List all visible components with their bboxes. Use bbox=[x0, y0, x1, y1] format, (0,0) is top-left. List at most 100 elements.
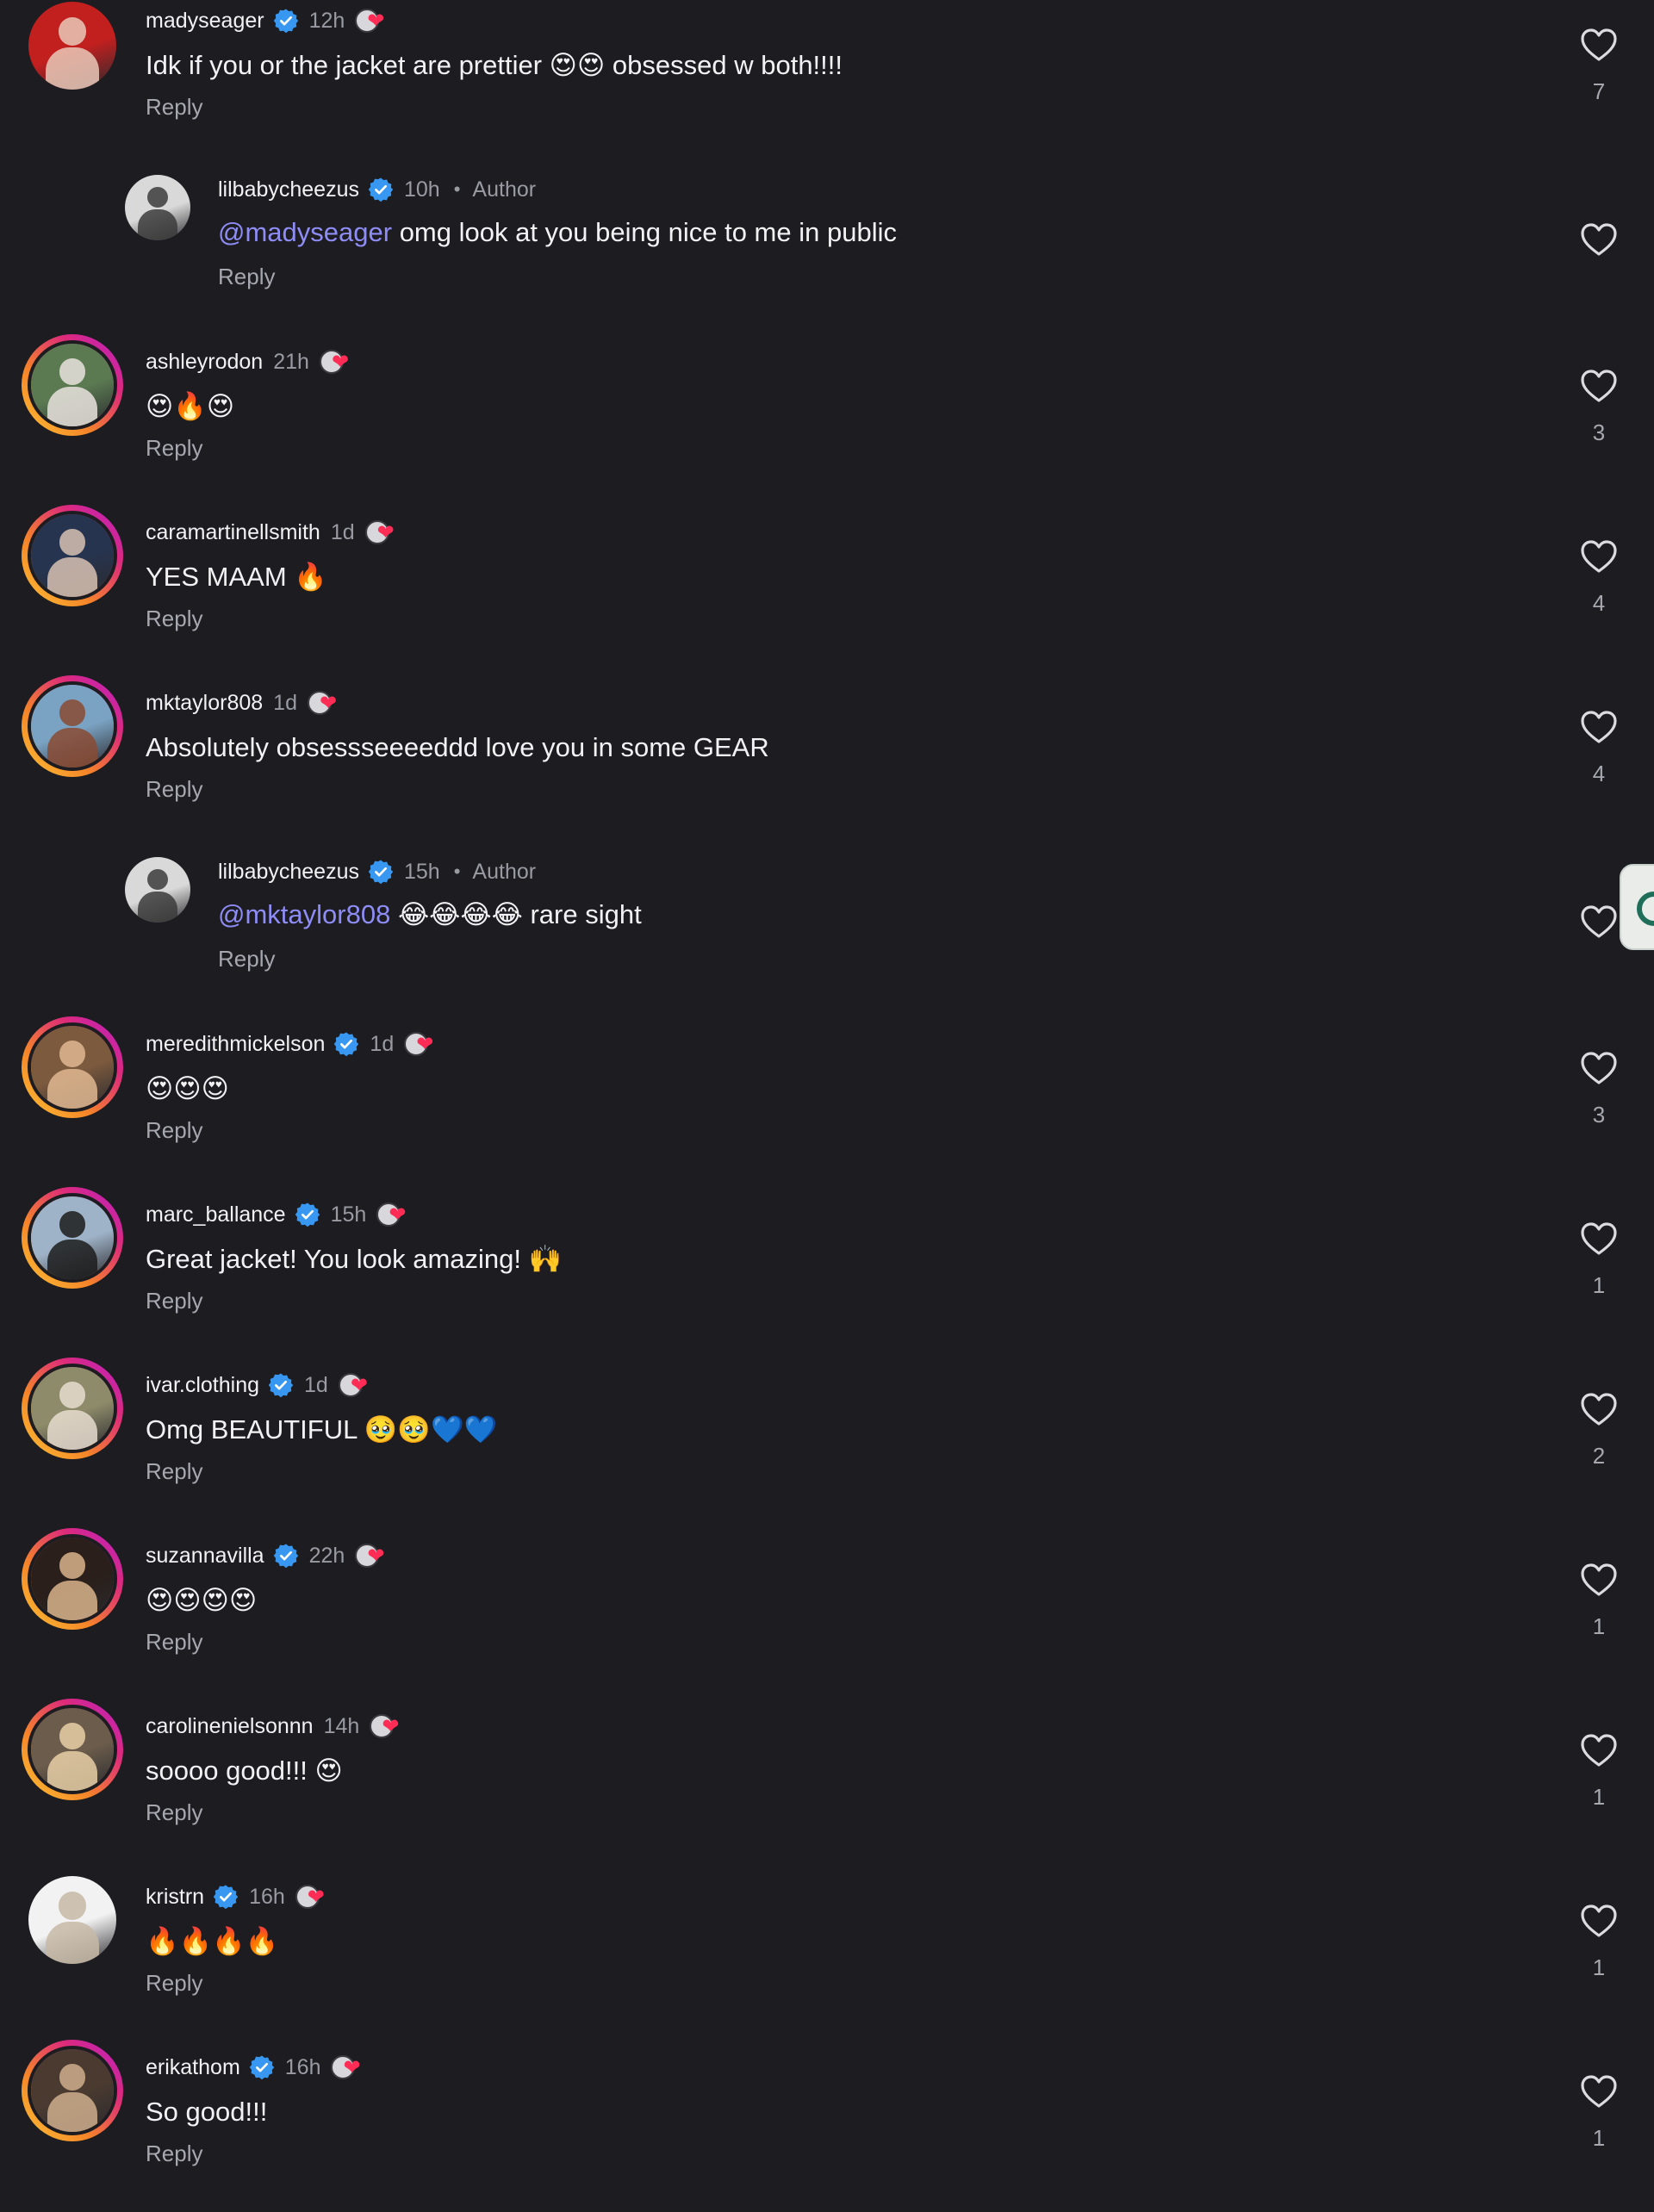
like-count: 2 bbox=[1592, 1443, 1606, 1469]
like-heart-icon[interactable] bbox=[1579, 2073, 1619, 2109]
comment-header: meredithmickelson 1d ❤ bbox=[146, 1028, 442, 1059]
username-link[interactable]: suzannavilla bbox=[146, 1544, 264, 1569]
like-heart-icon[interactable] bbox=[1579, 1391, 1619, 1427]
username-link[interactable]: ashleyrodon bbox=[146, 350, 263, 375]
comment-header: lilbabycheezus 15h • Author bbox=[218, 856, 536, 887]
mention-link[interactable]: @madyseager bbox=[218, 217, 392, 247]
avatar[interactable] bbox=[22, 675, 123, 777]
comment-timestamp: 12h bbox=[308, 8, 345, 33]
comment-text: 😍😍😍 bbox=[146, 1072, 229, 1106]
floating-assistant-widget[interactable] bbox=[1620, 864, 1654, 950]
like-heart-icon[interactable] bbox=[1579, 1221, 1619, 1257]
comment-text: Absolutely obsessseeeeddd love you in so… bbox=[146, 730, 769, 765]
reply-button[interactable]: Reply bbox=[146, 1457, 202, 1486]
comment-body: Great jacket! You look amazing! 🙌 bbox=[146, 1244, 563, 1274]
comment: erikathom 16h ❤ So good!!! Reply 1 bbox=[0, 2040, 1654, 2212]
avatar-image bbox=[125, 857, 190, 923]
avatar[interactable] bbox=[22, 1016, 123, 1118]
mention-link[interactable]: @mktaylor808 bbox=[218, 899, 390, 929]
verified-badge-icon bbox=[333, 1031, 359, 1057]
username-link[interactable]: ivar.clothing bbox=[146, 1373, 259, 1398]
username-link[interactable]: mktaylor808 bbox=[146, 691, 263, 716]
like-count: 3 bbox=[1592, 1102, 1606, 1128]
separator-dot: • bbox=[453, 861, 461, 882]
avatar[interactable] bbox=[22, 334, 123, 436]
reply-button[interactable]: Reply bbox=[146, 433, 202, 463]
avatar[interactable] bbox=[22, 0, 123, 96]
username-link[interactable]: erikathom bbox=[146, 2055, 240, 2080]
avatar[interactable] bbox=[22, 1869, 123, 1971]
username-link[interactable]: meredithmickelson bbox=[146, 1032, 325, 1057]
avatar-image bbox=[28, 2046, 117, 2135]
username-link[interactable]: caramartinellsmith bbox=[146, 520, 320, 545]
comment-text: Great jacket! You look amazing! 🙌 bbox=[146, 1242, 562, 1277]
comment-reply: lilbabycheezus 10h • Author @madyseager omg … bbox=[0, 165, 1654, 336]
comment-body: Absolutely obsessseeeeddd love you in so… bbox=[146, 732, 769, 762]
reply-button[interactable]: Reply bbox=[146, 1798, 202, 1827]
comment-timestamp: 10h bbox=[404, 177, 440, 202]
avatar[interactable] bbox=[22, 1358, 123, 1459]
like-count: 1 bbox=[1592, 1954, 1606, 1980]
reply-button[interactable]: Reply bbox=[146, 1627, 202, 1656]
reply-button[interactable]: Reply bbox=[218, 262, 275, 291]
like-count: 1 bbox=[1592, 1272, 1606, 1298]
comment-body: So good!!! bbox=[146, 2097, 268, 2127]
username-link[interactable]: kristrn bbox=[146, 1885, 204, 1910]
avatar[interactable] bbox=[122, 854, 193, 925]
comment-body: Idk if you or the jacket are prettier 😍😍… bbox=[146, 50, 843, 80]
like-heart-icon[interactable] bbox=[1579, 1050, 1619, 1086]
avatar[interactable] bbox=[22, 1699, 123, 1800]
like-heart-icon[interactable] bbox=[1579, 368, 1619, 404]
comment-header: ivar.clothing 1d ❤ bbox=[146, 1370, 376, 1401]
like-heart-icon[interactable] bbox=[1579, 904, 1619, 940]
avatar[interactable] bbox=[22, 2040, 123, 2141]
comment-header: kristrn 16h ❤ bbox=[146, 1881, 333, 1912]
reply-button[interactable]: Reply bbox=[146, 92, 202, 121]
like-heart-icon[interactable] bbox=[1579, 221, 1619, 258]
avatar-image bbox=[28, 1022, 117, 1112]
username-link[interactable]: carolinenielsonnn bbox=[146, 1714, 314, 1739]
avatar[interactable] bbox=[22, 1187, 123, 1289]
comment-body: omg look at you being nice to me in publ… bbox=[399, 217, 897, 247]
avatar-image bbox=[28, 1534, 117, 1624]
like-heart-icon[interactable] bbox=[1579, 538, 1619, 575]
creator-liked-icon: ❤ bbox=[355, 6, 393, 35]
like-count: 1 bbox=[1592, 1784, 1606, 1810]
like-heart-icon[interactable] bbox=[1579, 1732, 1619, 1768]
like-heart-icon[interactable] bbox=[1579, 709, 1619, 745]
reply-button[interactable]: Reply bbox=[146, 774, 202, 804]
reply-button[interactable]: Reply bbox=[146, 2139, 202, 2168]
username-link[interactable]: lilbabycheezus bbox=[218, 177, 359, 202]
username-link[interactable]: madyseager bbox=[146, 9, 264, 34]
verified-badge-icon bbox=[268, 1372, 294, 1398]
reply-button[interactable]: Reply bbox=[146, 604, 202, 633]
reply-button[interactable]: Reply bbox=[146, 1968, 202, 1998]
like-heart-icon[interactable] bbox=[1579, 27, 1619, 63]
like-heart-icon[interactable] bbox=[1579, 1903, 1619, 1939]
comment-text: @mktaylor808 😂😂😂😂 rare sight bbox=[218, 898, 642, 932]
avatar-image bbox=[28, 340, 117, 430]
author-label: Author bbox=[472, 177, 537, 202]
reply-button[interactable]: Reply bbox=[146, 1115, 202, 1145]
reply-button[interactable]: Reply bbox=[218, 944, 275, 973]
comment-header: marc_ballance 15h ❤ bbox=[146, 1199, 414, 1230]
like-heart-icon[interactable] bbox=[1579, 1562, 1619, 1598]
username-link[interactable]: lilbabycheezus bbox=[218, 860, 359, 885]
creator-liked-icon: ❤ bbox=[376, 1200, 414, 1229]
avatar-image bbox=[28, 2, 116, 90]
creator-liked-icon: ❤ bbox=[295, 1882, 333, 1911]
avatar[interactable] bbox=[22, 1528, 123, 1630]
comment-timestamp: 21h bbox=[273, 349, 309, 374]
avatar[interactable] bbox=[122, 172, 193, 243]
like-count: 1 bbox=[1592, 1613, 1606, 1639]
comment-body: 😂😂😂😂 rare sight bbox=[397, 899, 642, 929]
comment-timestamp: 16h bbox=[249, 1884, 285, 1909]
comment-timestamp: 1d bbox=[330, 519, 355, 544]
comment: caramartinellsmith 1d ❤ YES MAAM 🔥 Reply 4 bbox=[0, 505, 1654, 677]
username-link[interactable]: marc_ballance bbox=[146, 1202, 286, 1227]
reply-button[interactable]: Reply bbox=[146, 1286, 202, 1315]
comment-header: caramartinellsmith 1d ❤ bbox=[146, 517, 403, 548]
comment-header: erikathom 16h ❤ bbox=[146, 2052, 369, 2083]
comment-header: suzannavilla 22h ❤ bbox=[146, 1540, 393, 1571]
avatar[interactable] bbox=[22, 505, 123, 606]
